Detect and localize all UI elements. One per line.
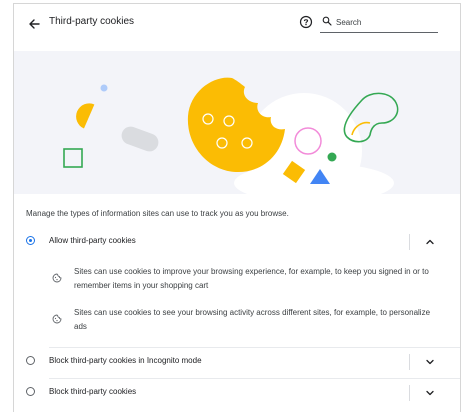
settings-page: Third-party cookies Search Manage the ty… — [13, 3, 461, 412]
page-title: Third-party cookies — [49, 16, 135, 27]
radio-allow-third-party[interactable] — [26, 236, 35, 245]
option-allow-third-party[interactable]: Allow third-party cookies — [14, 229, 460, 255]
yellow-half-circle — [76, 103, 95, 129]
chevron-down-icon[interactable] — [424, 356, 436, 368]
divider — [409, 234, 410, 250]
option-label: Block third-party cookies in Incognito m… — [49, 356, 202, 365]
green-dot — [327, 152, 337, 162]
detail-text: Sites can use cookies to see your browsi… — [74, 308, 431, 331]
search-input[interactable] — [336, 14, 436, 30]
cookie-icon — [52, 314, 62, 324]
cookie-illustration-graphic — [63, 77, 399, 194]
radio-block-incognito[interactable] — [26, 356, 35, 365]
option-label: Block third-party cookies — [49, 387, 137, 396]
chevron-down-icon[interactable] — [424, 387, 436, 399]
option-label: Allow third-party cookies — [49, 236, 136, 245]
divider — [409, 354, 410, 370]
arrow-back-icon — [29, 19, 40, 29]
search-icon — [322, 16, 332, 26]
help-button[interactable] — [298, 14, 314, 30]
detail-item: Sites can use cookies to improve your br… — [14, 265, 460, 295]
detail-item: Sites can use cookies to see your browsi… — [14, 306, 460, 336]
detail-text: Sites can use cookies to improve your br… — [74, 267, 429, 290]
chevron-up-icon[interactable] — [424, 236, 436, 248]
page-header: Third-party cookies — [14, 4, 460, 48]
divider — [49, 378, 460, 379]
help-icon — [299, 15, 313, 29]
divider — [49, 347, 460, 348]
description-text: Manage the types of information sites ca… — [26, 209, 289, 218]
cookie-icon — [52, 273, 62, 283]
blue-dot — [100, 84, 108, 92]
back-button[interactable] — [24, 14, 44, 34]
radio-block-third-party[interactable] — [26, 387, 35, 396]
cookie-shape — [187, 77, 285, 173]
gray-pill — [121, 126, 159, 152]
green-square — [63, 148, 83, 168]
option-block-third-party[interactable]: Block third-party cookies — [14, 380, 460, 406]
divider — [409, 385, 410, 401]
cookie-illustration — [14, 51, 460, 194]
option-block-incognito[interactable]: Block third-party cookies in Incognito m… — [14, 349, 460, 375]
search-box[interactable] — [320, 14, 438, 33]
